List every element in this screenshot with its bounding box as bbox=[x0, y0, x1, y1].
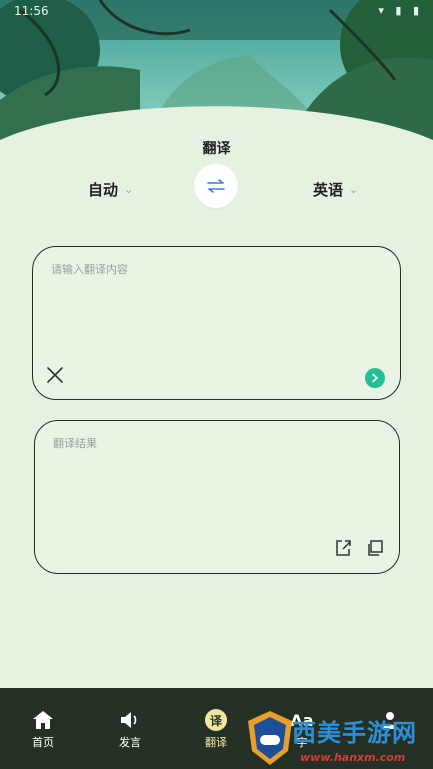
translate-icon: 译 bbox=[205, 709, 227, 731]
nav-item-translate[interactable]: 译 翻译 bbox=[186, 708, 246, 750]
page-title: 翻译 bbox=[202, 141, 231, 157]
swap-arrows-icon bbox=[207, 179, 225, 193]
watermark-logo: 西美手游网 www.hanxm.com bbox=[244, 703, 433, 769]
translate-badge: 译 bbox=[209, 713, 222, 728]
shield-icon bbox=[248, 711, 292, 765]
share-icon[interactable] bbox=[333, 538, 353, 558]
chevron-down-icon: ⌄ bbox=[124, 183, 134, 196]
nav-item-speak[interactable]: 发言 bbox=[100, 708, 160, 750]
chevron-right-icon bbox=[372, 373, 379, 383]
close-icon[interactable] bbox=[45, 365, 65, 385]
nav-item-home[interactable]: 首页 bbox=[13, 708, 73, 750]
source-language-selector[interactable]: 自动 ⌄ bbox=[88, 179, 133, 200]
input-placeholder: 请输入翻译内容 bbox=[51, 263, 128, 276]
speaker-icon bbox=[121, 712, 137, 728]
translation-input-area[interactable]: 请输入翻译内容 bbox=[32, 246, 401, 400]
swap-languages-button[interactable] bbox=[194, 164, 238, 208]
watermark-url: www.hanxm.com bbox=[300, 751, 406, 764]
status-bar: 11:56 ▾ ▮ ▮ bbox=[0, 0, 433, 24]
translate-submit-button[interactable] bbox=[365, 368, 385, 388]
chevron-down-icon: ⌄ bbox=[349, 183, 359, 196]
nav-label-translate: 翻译 bbox=[205, 736, 227, 749]
nav-label-speak: 发言 bbox=[119, 736, 141, 749]
result-placeholder: 翻译结果 bbox=[53, 437, 97, 450]
watermark-brand: 西美手游网 bbox=[292, 719, 417, 747]
target-language-label: 英语 bbox=[313, 181, 344, 199]
nav-label-home: 首页 bbox=[32, 736, 54, 749]
source-language-label: 自动 bbox=[88, 181, 119, 199]
copy-icon[interactable] bbox=[365, 538, 385, 558]
target-language-selector[interactable]: 英语 ⌄ bbox=[313, 179, 358, 200]
translation-result-area: 翻译结果 bbox=[34, 420, 400, 574]
home-icon bbox=[33, 711, 53, 729]
status-icons: ▾ ▮ ▮ bbox=[378, 4, 423, 17]
status-time: 11:56 bbox=[14, 4, 49, 18]
